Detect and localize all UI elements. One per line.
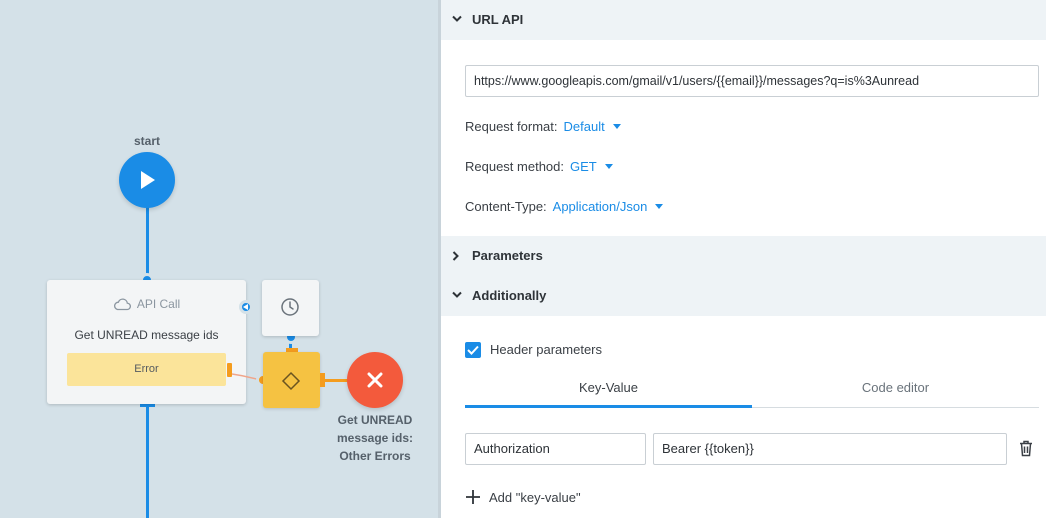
play-icon: [141, 171, 155, 189]
api-call-node[interactable]: API Call Get UNREAD message ids Error: [47, 280, 246, 404]
api-node-title: Get UNREAD message ids: [74, 328, 219, 342]
section-url-api[interactable]: URL API: [441, 0, 1046, 40]
process-canvas[interactable]: start API Call Get UNREAD message ids Er…: [0, 0, 438, 518]
request-format-row: Request format: Default: [465, 119, 621, 134]
timer-input-port[interactable]: [239, 300, 253, 314]
start-label: start: [133, 134, 160, 148]
api-node-header: API Call: [47, 297, 246, 311]
section-parameters[interactable]: Parameters: [441, 236, 1046, 276]
tab-code-editor[interactable]: Code editor: [752, 380, 1039, 408]
end-label-line: Other Errors: [339, 449, 411, 463]
diamond-icon: [281, 371, 301, 391]
header-key-input[interactable]: Authorization: [465, 433, 646, 465]
checkmark-icon: [467, 345, 479, 355]
request-format-value: Default: [563, 119, 605, 134]
chevron-down-icon: [452, 291, 462, 298]
header-parameters-checkbox[interactable]: [465, 342, 481, 358]
section-additionally[interactable]: Additionally: [441, 276, 1046, 316]
plus-icon: [466, 490, 480, 504]
condition-node[interactable]: [263, 352, 320, 408]
request-format-label: Request format:: [465, 119, 558, 134]
close-icon: [367, 372, 383, 388]
add-key-value-label: Add "key-value": [489, 490, 581, 505]
request-method-row: Request method: GET: [465, 159, 613, 174]
request-method-label: Request method:: [465, 159, 565, 174]
cloud-icon: [113, 298, 131, 311]
add-key-value-button[interactable]: Add "key-value": [465, 489, 581, 505]
timer-node[interactable]: [262, 280, 319, 336]
trash-icon[interactable]: [1019, 440, 1033, 457]
content-type-label: Content-Type:: [465, 199, 547, 214]
condition-to-end-connector: [325, 379, 349, 382]
end-node-label: Get UNREAD message ids: Other Errors: [320, 411, 430, 465]
properties-panel: URL API https://www.googleapis.com/gmail…: [441, 0, 1046, 518]
content-type-value: Application/Json: [552, 199, 648, 214]
request-method-select[interactable]: GET: [570, 159, 613, 174]
clock-icon: [281, 298, 299, 316]
end-label-line: message ids:: [336, 431, 414, 445]
header-parameters-label[interactable]: Header parameters: [490, 342, 602, 357]
header-value-input[interactable]: Bearer {{token}}: [653, 433, 1007, 465]
api-node-type: API Call: [136, 297, 181, 311]
request-format-select[interactable]: Default: [564, 119, 621, 134]
start-connector: [146, 206, 149, 274]
chevron-right-icon: [452, 251, 459, 261]
start-node[interactable]: [119, 152, 175, 208]
caret-down-icon: [604, 164, 613, 169]
tab-key-value[interactable]: Key-Value: [465, 380, 752, 408]
end-node-error[interactable]: [347, 352, 403, 408]
url-input[interactable]: https://www.googleapis.com/gmail/v1/user…: [465, 65, 1039, 97]
content-type-select[interactable]: Application/Json: [553, 199, 664, 214]
chevron-down-icon: [452, 15, 462, 22]
section-title: Parameters: [472, 248, 543, 263]
section-title: URL API: [472, 12, 524, 27]
caret-down-icon: [612, 124, 621, 129]
request-method-value: GET: [570, 159, 597, 174]
error-branch[interactable]: Error: [67, 353, 226, 386]
content-type-row: Content-Type: Application/Json: [465, 199, 664, 214]
caret-down-icon: [655, 204, 664, 209]
end-label-line: Get UNREAD: [337, 413, 413, 427]
active-tab-indicator: [465, 405, 752, 408]
api-output-connector: [146, 404, 149, 518]
section-title: Additionally: [472, 288, 547, 303]
